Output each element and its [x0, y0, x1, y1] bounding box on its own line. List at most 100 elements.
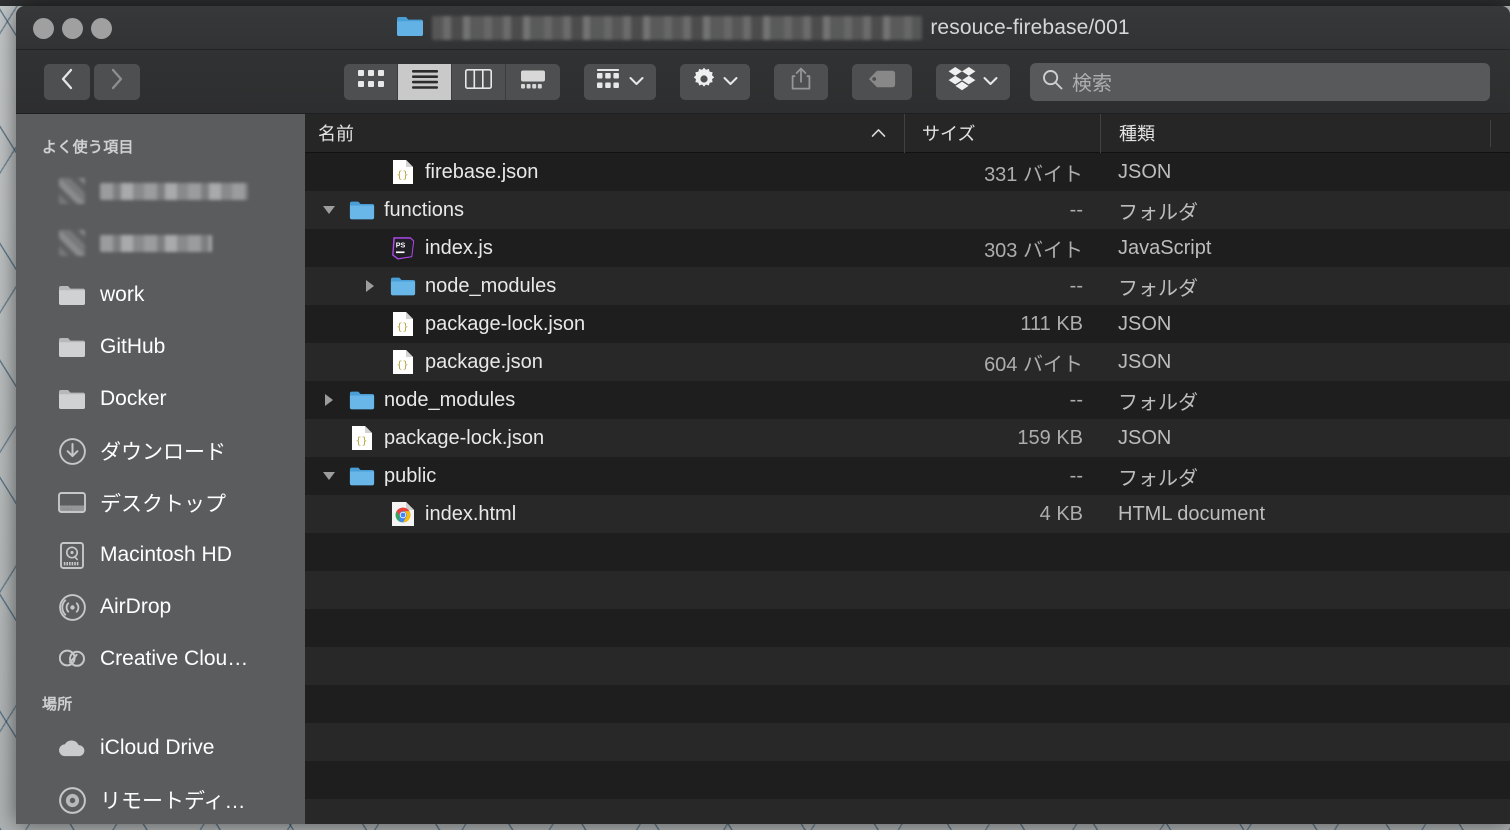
search-input[interactable]: 検索: [1072, 67, 1112, 96]
icon-view-button[interactable]: [344, 63, 398, 100]
sidebar-item-redacted[interactable]: リモートディ…: [16, 774, 305, 824]
empty-row[interactable]: [305, 685, 1510, 723]
folder-icon: [349, 463, 375, 489]
empty-row[interactable]: [305, 533, 1510, 571]
sidebar-section-header: よく使う項目: [42, 139, 134, 156]
file-name-label: package-lock.json: [384, 426, 545, 449]
table-row[interactable]: node_modules -- フォルダ: [305, 267, 1510, 305]
harddisk-icon: [58, 541, 86, 569]
blurred-icon: [58, 177, 86, 205]
file-name-label: node_modules: [384, 388, 516, 411]
sidebar-item-work[interactable]: work: [16, 269, 305, 321]
forward-button[interactable]: [94, 63, 140, 100]
sidebar-item-macintosh-hd[interactable]: Macintosh HD: [16, 529, 305, 581]
column-header-size-label: サイズ: [922, 124, 976, 144]
view-mode-segmented-control: [344, 63, 560, 100]
sidebar-item-redacted[interactable]: ダウンロード: [16, 425, 305, 477]
file-name-cell[interactable]: PS index.js: [305, 235, 904, 261]
sidebar-item-icloud-drive[interactable]: iCloud Drive: [16, 722, 305, 774]
sidebar-item-label: AirDrop: [100, 595, 172, 618]
file-size-cell: 111 KB: [1020, 312, 1083, 335]
file-size-cell: --: [1069, 274, 1083, 297]
table-row[interactable]: node_modules -- フォルダ: [305, 381, 1510, 419]
file-kind-cell: JSON: [1118, 350, 1172, 373]
sidebar-item-redacted[interactable]: [16, 217, 305, 269]
table-row[interactable]: {} firebase.json 331 バイト JSON: [305, 153, 1510, 191]
file-kind-cell: フォルダ: [1118, 467, 1198, 490]
svg-text:{}: {}: [396, 170, 408, 181]
search-field[interactable]: 検索: [1030, 62, 1490, 101]
disclosure-triangle-collapsed-icon[interactable]: [318, 393, 340, 407]
sidebar-item-label: work: [100, 283, 145, 306]
close-button[interactable]: [33, 18, 54, 39]
file-name-cell[interactable]: public: [305, 463, 904, 489]
file-size-cell: 159 KB: [1017, 426, 1083, 449]
svg-text:{}: {}: [355, 436, 367, 447]
window-title: resouce-firebase/001: [16, 6, 1510, 50]
search-icon: [1042, 69, 1063, 95]
table-row[interactable]: public -- フォルダ: [305, 457, 1510, 495]
column-header-kind[interactable]: 種類: [1100, 114, 1510, 153]
empty-row[interactable]: [305, 609, 1510, 647]
dropbox-button[interactable]: [936, 63, 1010, 100]
table-row[interactable]: index.html 4 KB HTML document: [305, 495, 1510, 533]
file-name-cell[interactable]: index.html: [305, 501, 904, 527]
file-name-cell[interactable]: node_modules: [305, 387, 904, 413]
sidebar-item-label-redacted: [100, 182, 248, 200]
gallery-view-button[interactable]: [506, 64, 560, 100]
sidebar-item-creative-clou[interactable]: Creative Clou…: [16, 633, 305, 685]
file-name-cell[interactable]: {} firebase.json: [305, 159, 904, 185]
file-name-cell[interactable]: {} package.json: [305, 349, 904, 375]
navigation-buttons: [44, 63, 140, 100]
empty-row[interactable]: [305, 761, 1510, 799]
empty-row[interactable]: [305, 647, 1510, 685]
sidebar-item-redacted[interactable]: [16, 165, 305, 217]
file-name-cell[interactable]: node_modules: [305, 273, 904, 299]
file-kind-cell: JSON: [1118, 312, 1172, 335]
table-row[interactable]: {} package.json 604 バイト JSON: [305, 343, 1510, 381]
file-name-label: public: [384, 464, 437, 487]
disc-icon: [58, 786, 86, 814]
maximize-button[interactable]: [91, 18, 112, 39]
downloads-icon: [58, 437, 86, 465]
table-row[interactable]: functions -- フォルダ: [305, 191, 1510, 229]
group-by-button[interactable]: [584, 63, 656, 100]
sidebar-section-header: 場所: [42, 696, 73, 713]
file-size-cell: --: [1069, 388, 1083, 411]
sidebar-item-docker[interactable]: Docker: [16, 373, 305, 425]
share-button[interactable]: [774, 63, 828, 100]
file-name-cell[interactable]: functions: [305, 197, 904, 223]
minimize-button[interactable]: [62, 18, 83, 39]
column-header-name[interactable]: 名前: [305, 120, 904, 146]
column-header-size[interactable]: サイズ: [904, 114, 1100, 153]
sidebar[interactable]: よく使う項目 work GitHub Docker ダウンロード デスクトップ Macint…: [16, 114, 305, 824]
table-row[interactable]: {} package-lock.json 159 KB JSON: [305, 419, 1510, 457]
blurred-icon: [58, 229, 86, 257]
sidebar-item-redacted[interactable]: デスクトップ: [16, 477, 305, 529]
list-view-button[interactable]: [398, 63, 452, 100]
sidebar-item-github[interactable]: GitHub: [16, 321, 305, 373]
empty-row[interactable]: [305, 571, 1510, 609]
tag-button[interactable]: [852, 63, 912, 100]
sidebar-item-airdrop[interactable]: AirDrop: [16, 581, 305, 633]
traffic-lights: [33, 18, 112, 39]
disclosure-triangle-collapsed-icon[interactable]: [359, 279, 381, 293]
sidebar-item-label: Creative Clou…: [100, 647, 249, 670]
column-view-button[interactable]: [452, 63, 506, 100]
cloud-icon: [58, 734, 86, 762]
empty-row[interactable]: [305, 723, 1510, 761]
disclosure-triangle-expanded-icon[interactable]: [318, 205, 340, 215]
disclosure-triangle-expanded-icon[interactable]: [318, 471, 340, 481]
file-name-cell[interactable]: {} package-lock.json: [305, 425, 904, 451]
column-divider[interactable]: [1490, 120, 1491, 147]
icon-view-icon: [357, 70, 384, 93]
file-name-cell[interactable]: {} package-lock.json: [305, 311, 904, 337]
table-row[interactable]: {} package-lock.json 111 KB JSON: [305, 305, 1510, 343]
file-kind-cell: フォルダ: [1118, 391, 1198, 414]
file-size-cell: 4 KB: [1039, 502, 1083, 525]
file-size-cell: --: [1069, 464, 1083, 487]
back-button[interactable]: [44, 63, 90, 100]
table-row[interactable]: PS index.js 303 バイト JavaScript: [305, 229, 1510, 267]
empty-row[interactable]: [305, 799, 1510, 824]
action-menu-button[interactable]: [680, 63, 750, 100]
